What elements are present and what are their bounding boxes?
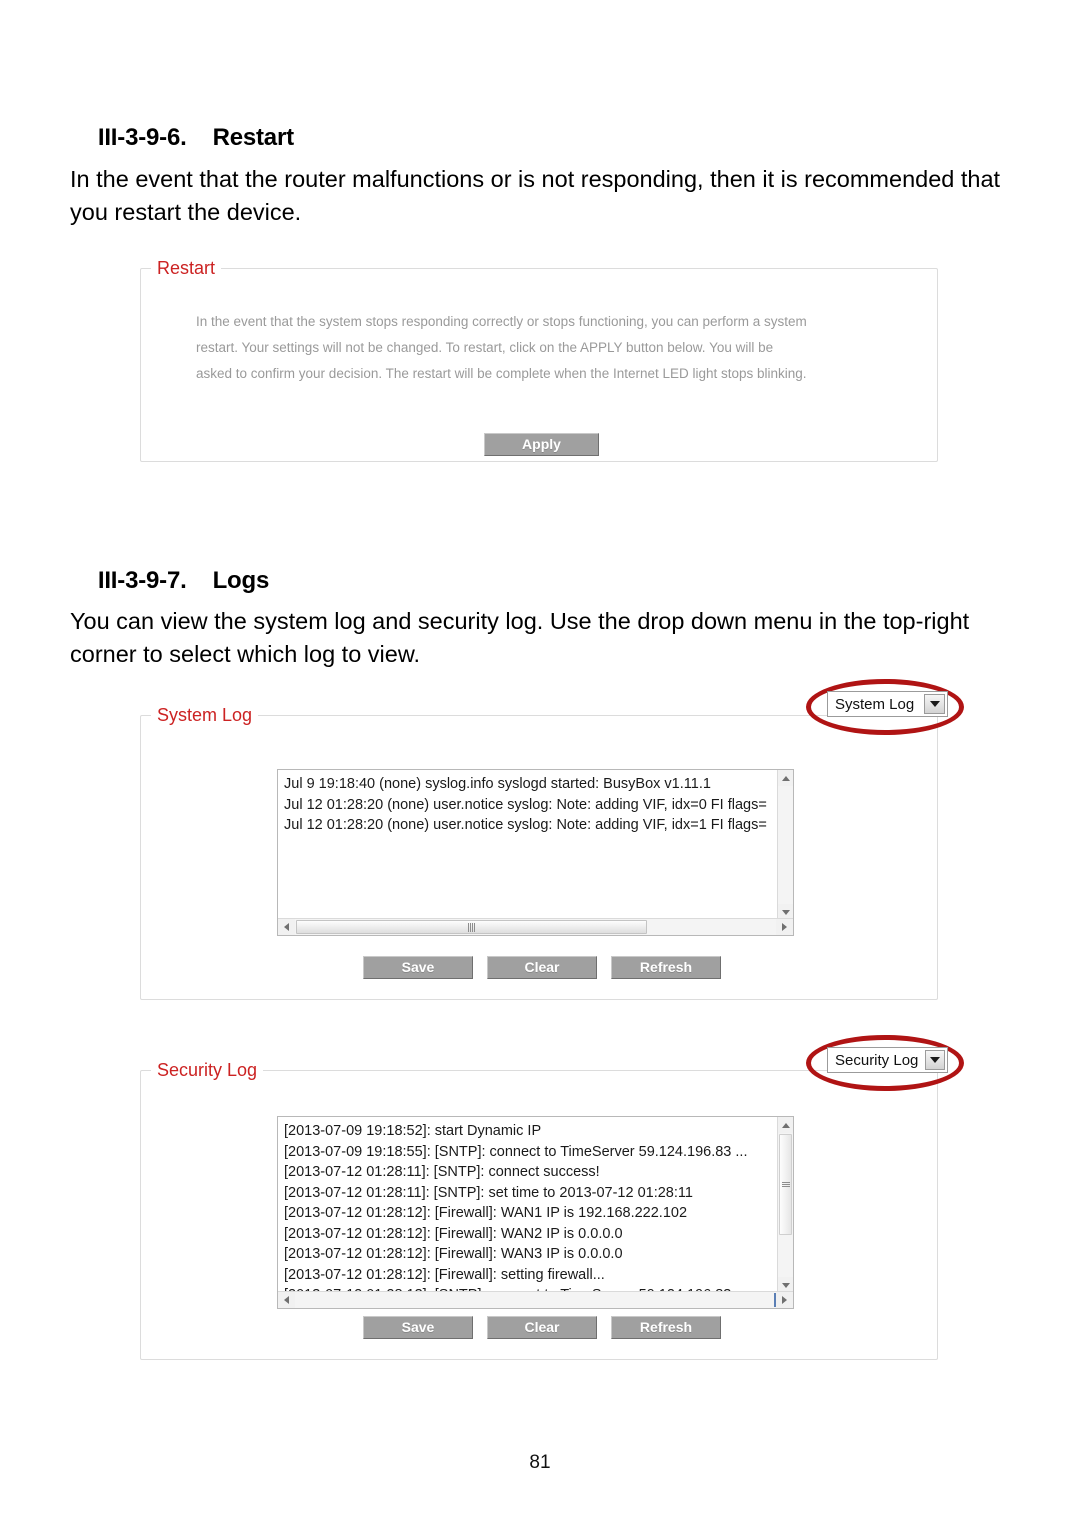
restart-description: In the event that the system stops respo… bbox=[196, 309, 896, 387]
log-line: [2013-07-12 01:28:12]: [Firewall]: WAN2 … bbox=[284, 1225, 623, 1242]
system-log-content: Jul 9 19:18:40 (none) syslog.info syslog… bbox=[284, 774, 767, 836]
section-body-restart: In the event that the router malfunction… bbox=[70, 166, 1001, 225]
log-type-select-system[interactable]: System Log bbox=[827, 691, 948, 717]
scroll-right-icon[interactable] bbox=[776, 1292, 793, 1308]
chevron-down-icon[interactable] bbox=[925, 1050, 945, 1070]
restart-description-line-3: asked to confirm your decision. The rest… bbox=[196, 366, 807, 381]
scroll-up-icon[interactable] bbox=[778, 770, 793, 786]
log-type-select-system-value: System Log bbox=[835, 695, 915, 713]
security-log-refresh-button[interactable]: Refresh bbox=[611, 1316, 721, 1339]
security-log-horizontal-scrollbar[interactable] bbox=[278, 1291, 793, 1308]
log-line: [2013-07-12 01:28:12]: [Firewall]: WAN1 … bbox=[284, 1205, 688, 1221]
horizontal-scroll-thumb[interactable] bbox=[296, 920, 647, 934]
system-log-panel: System Log Jul 9 19:18:40 (none) syslog.… bbox=[140, 704, 938, 1000]
section-title: Restart bbox=[212, 124, 295, 151]
page-number: 81 bbox=[529, 1452, 551, 1473]
restart-panel-legend: Restart bbox=[151, 257, 222, 279]
restart-panel: Restart In the event that the system sto… bbox=[140, 257, 938, 462]
security-log-vertical-scrollbar[interactable] bbox=[777, 1117, 793, 1293]
system-log-horizontal-scrollbar[interactable] bbox=[278, 918, 793, 935]
security-log-save-button[interactable]: Save bbox=[363, 1316, 473, 1339]
section-number: III-3-9-6. bbox=[97, 124, 187, 151]
section-body-logs: You can view the system log and security… bbox=[70, 608, 970, 667]
scroll-up-icon[interactable] bbox=[778, 1117, 793, 1133]
log-line: [2013-07-09 19:18:55]: [SNTP]: connect t… bbox=[284, 1143, 748, 1160]
security-log-panel-legend: Security Log bbox=[151, 1059, 264, 1081]
log-type-select-security[interactable]: Security Log bbox=[827, 1047, 948, 1073]
vertical-scroll-thumb[interactable] bbox=[779, 1134, 792, 1235]
system-log-refresh-button[interactable]: Refresh bbox=[611, 956, 721, 979]
system-log-vertical-scrollbar[interactable] bbox=[777, 770, 793, 920]
chevron-down-icon[interactable] bbox=[924, 694, 945, 714]
section-title: Logs bbox=[212, 567, 270, 594]
log-line: Jul 9 19:18:40 (none) syslog.info syslog… bbox=[284, 776, 711, 792]
log-line: [2013-07-12 01:28:12]: [Firewall]: WAN3 … bbox=[284, 1246, 623, 1262]
horizontal-scroll-thumb[interactable] bbox=[296, 1293, 752, 1307]
security-log-panel: Security Log [2013-07-09 19:18:52]: star… bbox=[140, 1059, 938, 1360]
log-line: Jul 12 01:28:20 (none) user.notice syslo… bbox=[284, 796, 767, 813]
system-log-button-row: Save Clear Refresh bbox=[363, 956, 721, 979]
scroll-right-icon[interactable] bbox=[776, 919, 793, 935]
apply-button[interactable]: Apply bbox=[484, 433, 599, 456]
security-log-textarea[interactable]: [2013-07-09 19:18:52]: start Dynamic IP … bbox=[277, 1116, 794, 1309]
system-log-textarea[interactable]: Jul 9 19:18:40 (none) syslog.info syslog… bbox=[277, 769, 794, 936]
system-log-clear-button[interactable]: Clear bbox=[487, 956, 597, 979]
system-log-save-button[interactable]: Save bbox=[363, 956, 473, 979]
restart-description-line-2: restart. Your settings will not be chang… bbox=[196, 340, 774, 355]
document-page: III-3-9-6. Restart In the event that the … bbox=[0, 0, 1080, 1527]
system-log-panel-legend: System Log bbox=[151, 704, 259, 726]
security-log-button-row: Save Clear Refresh bbox=[363, 1316, 721, 1339]
log-line: [2013-07-12 01:28:11]: [SNTP]: connect s… bbox=[284, 1164, 600, 1180]
log-type-select-security-value: Security Log bbox=[835, 1051, 919, 1069]
log-line: [2013-07-09 19:18:52]: start Dynamic IP bbox=[284, 1123, 542, 1139]
security-log-clear-button[interactable]: Clear bbox=[487, 1316, 597, 1339]
restart-description-line-1: In the event that the system stops respo… bbox=[196, 314, 807, 329]
security-log-content: [2013-07-09 19:18:52]: start Dynamic IP … bbox=[284, 1121, 747, 1306]
scroll-left-icon[interactable] bbox=[278, 919, 295, 935]
log-line: [2013-07-12 01:28:12]: [Firewall]: setti… bbox=[284, 1266, 605, 1283]
log-line: Jul 12 01:28:20 (none) user.notice syslo… bbox=[284, 817, 767, 833]
log-line: [2013-07-12 01:28:11]: [SNTP]: set time … bbox=[284, 1184, 693, 1201]
scroll-left-icon[interactable] bbox=[278, 1292, 295, 1308]
section-number: III-3-9-7. bbox=[97, 567, 187, 594]
